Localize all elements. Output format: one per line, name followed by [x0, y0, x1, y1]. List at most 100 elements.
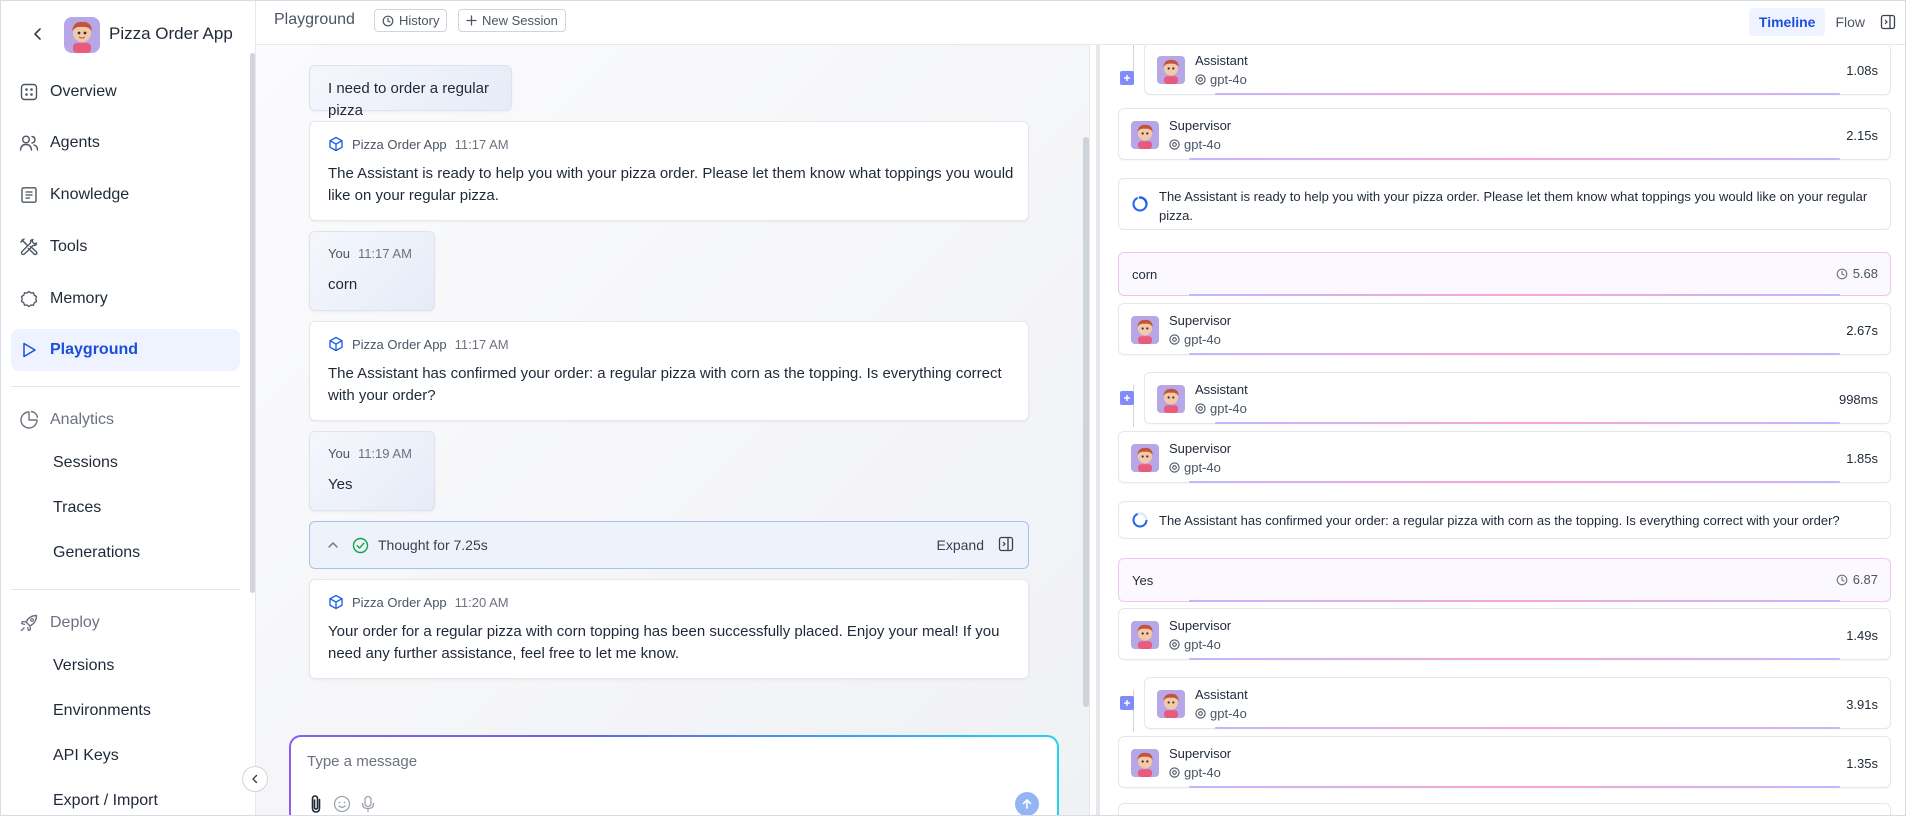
sidebar-item-environments[interactable]: Environments: [53, 702, 151, 720]
expand-node-button[interactable]: [1120, 696, 1134, 710]
timeline-agent-row[interactable]: Supervisor gpt-4o 1.35s: [1118, 736, 1891, 788]
user-message: You 11:19 AM Yes: [309, 431, 435, 511]
new-session-button[interactable]: New Session: [458, 9, 566, 32]
nav-item-agents[interactable]: Agents: [11, 122, 240, 164]
model-name: gpt-4o: [1210, 706, 1247, 721]
message-header: Pizza Order App 11:20 AM: [328, 594, 509, 610]
duration: 1.35s: [1846, 756, 1878, 771]
timeline-agent-row[interactable]: [1118, 803, 1891, 815]
model-icon: [1195, 74, 1206, 85]
message-text: corn: [328, 276, 358, 293]
agent-name: Supervisor: [1169, 746, 1232, 761]
agent-name: Supervisor: [1169, 441, 1232, 456]
agent-model: gpt-4o: [1195, 706, 1247, 721]
page-title: Playground: [274, 11, 355, 28]
thought-label: Thought for 7.25s: [378, 537, 488, 553]
back-button[interactable]: [27, 23, 49, 45]
sidebar-item-generations[interactable]: Generations: [53, 544, 140, 562]
clock-icon: [1836, 268, 1848, 280]
message-time: 11:17 AM: [357, 246, 412, 261]
timeline-agent-row[interactable]: Assistant gpt-4o 1.08s: [1144, 45, 1891, 95]
play-icon: [19, 340, 39, 360]
agent-model: gpt-4o: [1169, 460, 1221, 475]
attach-button[interactable]: [305, 793, 327, 815]
model-name: gpt-4o: [1210, 72, 1247, 87]
history-button[interactable]: History: [374, 9, 448, 32]
plus-icon: [1124, 700, 1130, 706]
nav-item-playground[interactable]: Playground: [11, 329, 240, 371]
timeline-agent-row[interactable]: Supervisor gpt-4o 2.15s: [1118, 108, 1891, 160]
message-text: I need to order a regular pizza: [328, 80, 489, 119]
nav-label: Knowledge: [50, 186, 130, 203]
tab-timeline[interactable]: Timeline: [1748, 8, 1826, 36]
sidebar-item-api-keys[interactable]: API Keys: [53, 747, 119, 765]
progress-bar: [1189, 786, 1840, 788]
timeline-agent-row[interactable]: Assistant gpt-4o 998ms: [1144, 372, 1891, 424]
timeline-agent-row[interactable]: Assistant gpt-4o 3.91s: [1144, 677, 1891, 729]
model-icon: [1169, 462, 1180, 473]
collapse-sidebar-button[interactable]: [242, 766, 268, 792]
duration: 1.08s: [1846, 63, 1878, 78]
timeline-message-row[interactable]: The Assistant has confirmed your order: …: [1118, 501, 1891, 539]
sidebar-item-versions[interactable]: Versions: [53, 657, 114, 675]
composer-box: [291, 737, 1057, 815]
progress-bar: [1215, 422, 1840, 424]
history-label: History: [399, 13, 440, 28]
sidebar-item-export-import[interactable]: Export / Import: [53, 792, 158, 810]
agent-model: gpt-4o: [1195, 401, 1247, 416]
timeline-user-row[interactable]: Yes 6.87: [1118, 558, 1891, 602]
chevron-left-icon: [252, 774, 258, 784]
timeline-agent-row[interactable]: Supervisor gpt-4o 1.49s: [1118, 608, 1891, 660]
tab-flow[interactable]: Flow: [1825, 8, 1875, 36]
thought-panel[interactable]: Thought for 7.25s Expand: [309, 521, 1029, 569]
panel-right-icon[interactable]: [998, 536, 1014, 552]
cube-icon: [329, 336, 343, 352]
nav-group-analytics[interactable]: Analytics: [11, 400, 240, 440]
message-time: 11:20 AM: [454, 594, 509, 610]
timeline-message-row[interactable]: The Assistant is ready to help you with …: [1118, 178, 1891, 230]
expand-node-button[interactable]: [1120, 391, 1134, 405]
timeline-agent-row[interactable]: Supervisor gpt-4o 2.67s: [1118, 303, 1891, 355]
message-text: The Assistant is ready to help you with …: [328, 165, 1014, 204]
cube-icon: [329, 594, 343, 610]
nav-item-memory[interactable]: Memory: [11, 278, 240, 320]
sidebar-scrollbar[interactable]: [250, 53, 255, 593]
nav-item-tools[interactable]: Tools: [11, 226, 240, 268]
plus-icon: [1124, 75, 1130, 81]
app-message: Pizza Order App 11:17 AM The Assistant h…: [309, 321, 1029, 421]
send-button[interactable]: [1015, 792, 1039, 815]
timeline-scrollbar[interactable]: [1096, 45, 1100, 815]
panel-toggle-button[interactable]: [1877, 11, 1899, 33]
user-wait-time: 5.68: [1836, 266, 1878, 281]
expand-button[interactable]: Expand: [937, 537, 984, 553]
emoji-button[interactable]: [331, 793, 353, 815]
sidebar-divider: [11, 386, 240, 387]
agent-avatar: [1157, 56, 1185, 84]
sidebar-item-traces[interactable]: Traces: [53, 499, 101, 517]
message-author: Pizza Order App: [352, 594, 447, 610]
timeline-user-row[interactable]: corn 5.68: [1118, 252, 1891, 296]
agent-model: gpt-4o: [1169, 137, 1221, 152]
pie-chart-icon: [19, 410, 39, 430]
chevron-left-icon: [34, 28, 41, 40]
microphone-button[interactable]: [357, 793, 379, 815]
plus-icon: [1124, 395, 1130, 401]
loading-ring-icon: [1132, 512, 1148, 528]
agent-name: Assistant: [1195, 687, 1248, 702]
timeline-agent-row[interactable]: Supervisor gpt-4o 1.85s: [1118, 431, 1891, 483]
grid-icon: [19, 82, 39, 102]
sidebar-item-sessions[interactable]: Sessions: [53, 454, 118, 472]
nav-item-knowledge[interactable]: Knowledge: [11, 174, 240, 216]
agent-name: Assistant: [1195, 382, 1248, 397]
message-input[interactable]: [307, 749, 1007, 773]
nav-item-overview[interactable]: Overview: [11, 71, 240, 113]
model-icon: [1169, 767, 1180, 778]
cube-icon: [329, 136, 343, 152]
nav-group-deploy[interactable]: Deploy: [11, 603, 240, 643]
app-message: Pizza Order App 11:20 AM Your order for …: [309, 579, 1029, 679]
expand-node-button[interactable]: [1120, 71, 1134, 85]
model-name: gpt-4o: [1184, 137, 1221, 152]
paperclip-icon: [311, 795, 321, 813]
agent-model: gpt-4o: [1169, 332, 1221, 347]
progress-bar: [1189, 158, 1840, 160]
